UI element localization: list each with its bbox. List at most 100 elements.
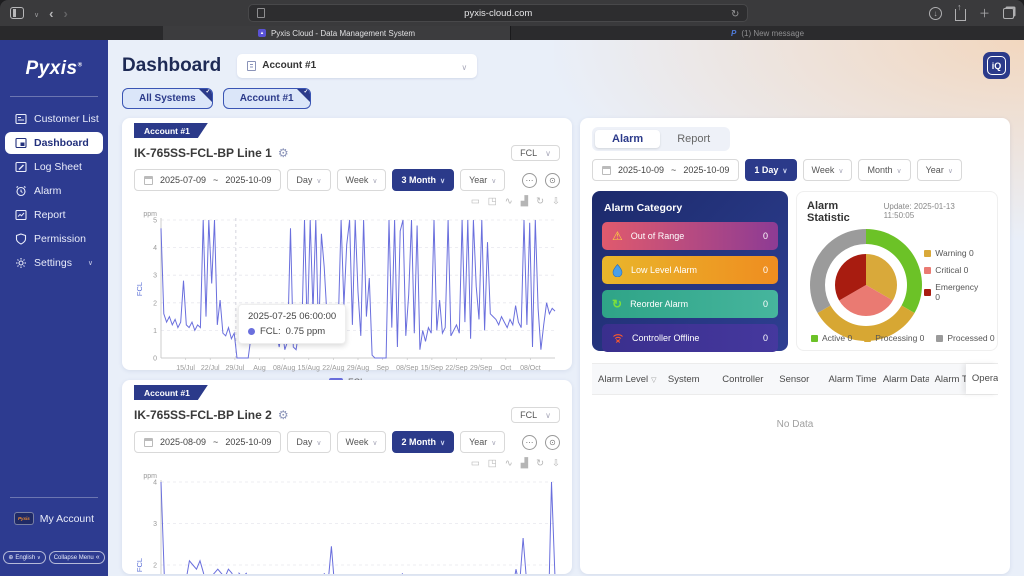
browser-tab-messages[interactable]: P (1) New message — [510, 26, 1024, 40]
target-icon[interactable]: ⊙ — [545, 435, 560, 450]
range-week-button[interactable]: Week — [337, 169, 387, 191]
tab-overview-icon[interactable] — [1003, 8, 1014, 19]
legend-item[interactable]: Processing 0 — [864, 333, 924, 343]
more-options-icon[interactable]: ⋯ — [522, 173, 537, 188]
legend-item[interactable]: Emergency 0 — [924, 282, 985, 302]
collapse-menu-button[interactable]: Collapse Menu — [49, 551, 105, 564]
language-select[interactable]: English — [3, 551, 45, 564]
bar-type-icon[interactable]: ▟ — [521, 196, 528, 208]
range-3month-button[interactable]: 3 Month — [392, 169, 454, 191]
account-select[interactable]: Account #1 — [237, 54, 477, 78]
range-month-button[interactable]: Month — [858, 159, 910, 181]
column-header-controller: Controller — [716, 374, 773, 385]
category-reorder[interactable]: ↻ Reorder Alarm 0 — [602, 290, 778, 318]
category-controller-offline[interactable]: Controller Offline 0 — [602, 324, 778, 352]
datazoom-icon[interactable]: ▭ — [471, 458, 480, 470]
legend-item[interactable]: Warning 0 — [924, 248, 985, 258]
svg-text:ppm: ppm — [143, 473, 157, 480]
restore-icon[interactable]: ↻ — [536, 196, 544, 208]
sidebar-caret-icon[interactable] — [34, 6, 39, 20]
url-text[interactable]: pyxis-cloud.com — [265, 8, 731, 19]
legend-label: Warning 0 — [935, 248, 973, 258]
svg-text:22/Sep: 22/Sep — [445, 365, 467, 372]
water-drop-icon — [612, 264, 623, 277]
chevron-down-icon — [545, 148, 551, 158]
date-range-picker[interactable]: 2025-07-09 ~ 2025-10-09 — [134, 169, 281, 191]
panel-tabs: Alarm Report — [592, 127, 730, 151]
column-header-sensor: Sensor — [773, 374, 822, 385]
line-chart-2[interactable]: 01234ppmFCL — [134, 470, 560, 574]
range-1day-button[interactable]: 1 Day — [745, 159, 796, 181]
chip-label: All Systems — [139, 93, 196, 104]
sidebar-item-dashboard[interactable]: Dashboard — [5, 132, 103, 154]
line-type-icon[interactable]: ∿ — [505, 196, 513, 208]
gear-icon[interactable]: ⚙ — [278, 408, 289, 422]
svg-text:ppm: ppm — [143, 211, 157, 218]
address-bar[interactable]: pyxis-cloud.com — [248, 4, 748, 22]
svg-text:Sep: Sep — [376, 365, 389, 372]
legend-item[interactable]: Active 0 — [811, 333, 852, 343]
date-range-picker[interactable]: 2025-10-09 ~ 2025-10-09 — [592, 159, 739, 181]
tab-alarm[interactable]: Alarm — [595, 130, 660, 148]
more-options-icon[interactable]: ⋯ — [522, 435, 537, 450]
sidebar-item-log-sheet[interactable]: Log Sheet — [5, 156, 103, 178]
alarm-donut-chart[interactable] — [807, 226, 924, 344]
date-range-picker[interactable]: 2025-08-09 ~ 2025-10-09 — [134, 431, 281, 453]
new-tab-icon[interactable]: ＋ — [979, 5, 990, 21]
downloads-icon[interactable]: ↓ — [929, 7, 942, 20]
column-header-alarm-level[interactable]: Alarm Level — [592, 374, 662, 385]
category-low-level[interactable]: Low Level Alarm 0 — [602, 256, 778, 284]
sidebar-item-alarm[interactable]: Alarm — [5, 180, 103, 202]
language-label: English — [15, 555, 35, 561]
range-2month-button[interactable]: 2 Month — [392, 431, 454, 453]
sidebar-item-permission[interactable]: Permission — [5, 228, 103, 250]
line-type-icon[interactable]: ∿ — [505, 458, 513, 470]
iq-assistant-button[interactable]: iQ — [983, 52, 1010, 79]
range-year-button[interactable]: Year — [460, 169, 505, 191]
range-day-button[interactable]: Day — [287, 169, 330, 191]
tab-all-systems[interactable]: All Systems ✓ — [122, 88, 213, 109]
target-icon[interactable]: ⊙ — [545, 173, 560, 188]
sidebar: Pyxis® Customer List Dashboard Log Sheet… — [0, 40, 108, 576]
filter-icon[interactable] — [648, 374, 656, 385]
range-year-button[interactable]: Year — [460, 431, 505, 453]
chip-label: Account #1 — [240, 93, 294, 104]
sidebar-item-settings[interactable]: Settings ∨ — [5, 252, 103, 274]
bar-type-icon[interactable]: ▟ — [521, 458, 528, 470]
datazoom-reset-icon[interactable]: ◳ — [488, 196, 497, 208]
datazoom-reset-icon[interactable]: ◳ — [488, 458, 497, 470]
sidebar-item-customer-list[interactable]: Customer List — [5, 108, 103, 130]
browser-tab-active[interactable]: ▴ Pyxis Cloud - Data Management System — [163, 26, 510, 40]
back-button[interactable]: ‹ — [49, 6, 53, 21]
restore-icon[interactable]: ↻ — [536, 458, 544, 470]
legend-item[interactable]: Critical 0 — [924, 265, 985, 275]
calendar-icon — [602, 166, 611, 175]
tab-account-1[interactable]: Account #1 ✓ — [223, 88, 311, 109]
category-out-of-range[interactable]: ⚠ Out of Range 0 — [602, 222, 778, 250]
save-image-icon[interactable]: ⇩ — [552, 458, 560, 470]
my-account[interactable]: Pyxis My Account — [0, 512, 108, 525]
tab-report[interactable]: Report — [660, 130, 727, 148]
calendar-icon — [144, 176, 153, 185]
line-chart-1[interactable]: 012345ppmFCL15/Jul22/Jul29/JulAug08/Aug1… — [134, 208, 560, 374]
datazoom-icon[interactable]: ▭ — [471, 196, 480, 208]
reload-icon[interactable] — [731, 4, 739, 22]
range-week-button[interactable]: Week — [337, 431, 387, 453]
update-time: Update: 2025-01-13 11:50:05 — [884, 202, 987, 220]
gear-icon[interactable]: ⚙ — [278, 146, 289, 160]
sidebar-toggle-icon[interactable] — [10, 7, 24, 19]
sensor-select[interactable]: FCL — [511, 407, 560, 423]
legend-item[interactable]: Processed 0 — [936, 333, 994, 343]
range-day-button[interactable]: Day — [287, 431, 330, 453]
range-year-button[interactable]: Year — [917, 159, 962, 181]
save-image-icon[interactable]: ⇩ — [552, 196, 560, 208]
forward-button[interactable]: › — [63, 6, 67, 21]
sidebar-item-report[interactable]: Report — [5, 204, 103, 226]
date-separator: ~ — [671, 165, 676, 175]
sensor-select[interactable]: FCL — [511, 145, 560, 161]
share-icon[interactable] — [955, 9, 966, 21]
range-week-button[interactable]: Week — [803, 159, 853, 181]
svg-text:29/Sep: 29/Sep — [470, 365, 492, 372]
svg-text:3: 3 — [153, 273, 157, 280]
tab-title: (1) New message — [741, 29, 804, 38]
